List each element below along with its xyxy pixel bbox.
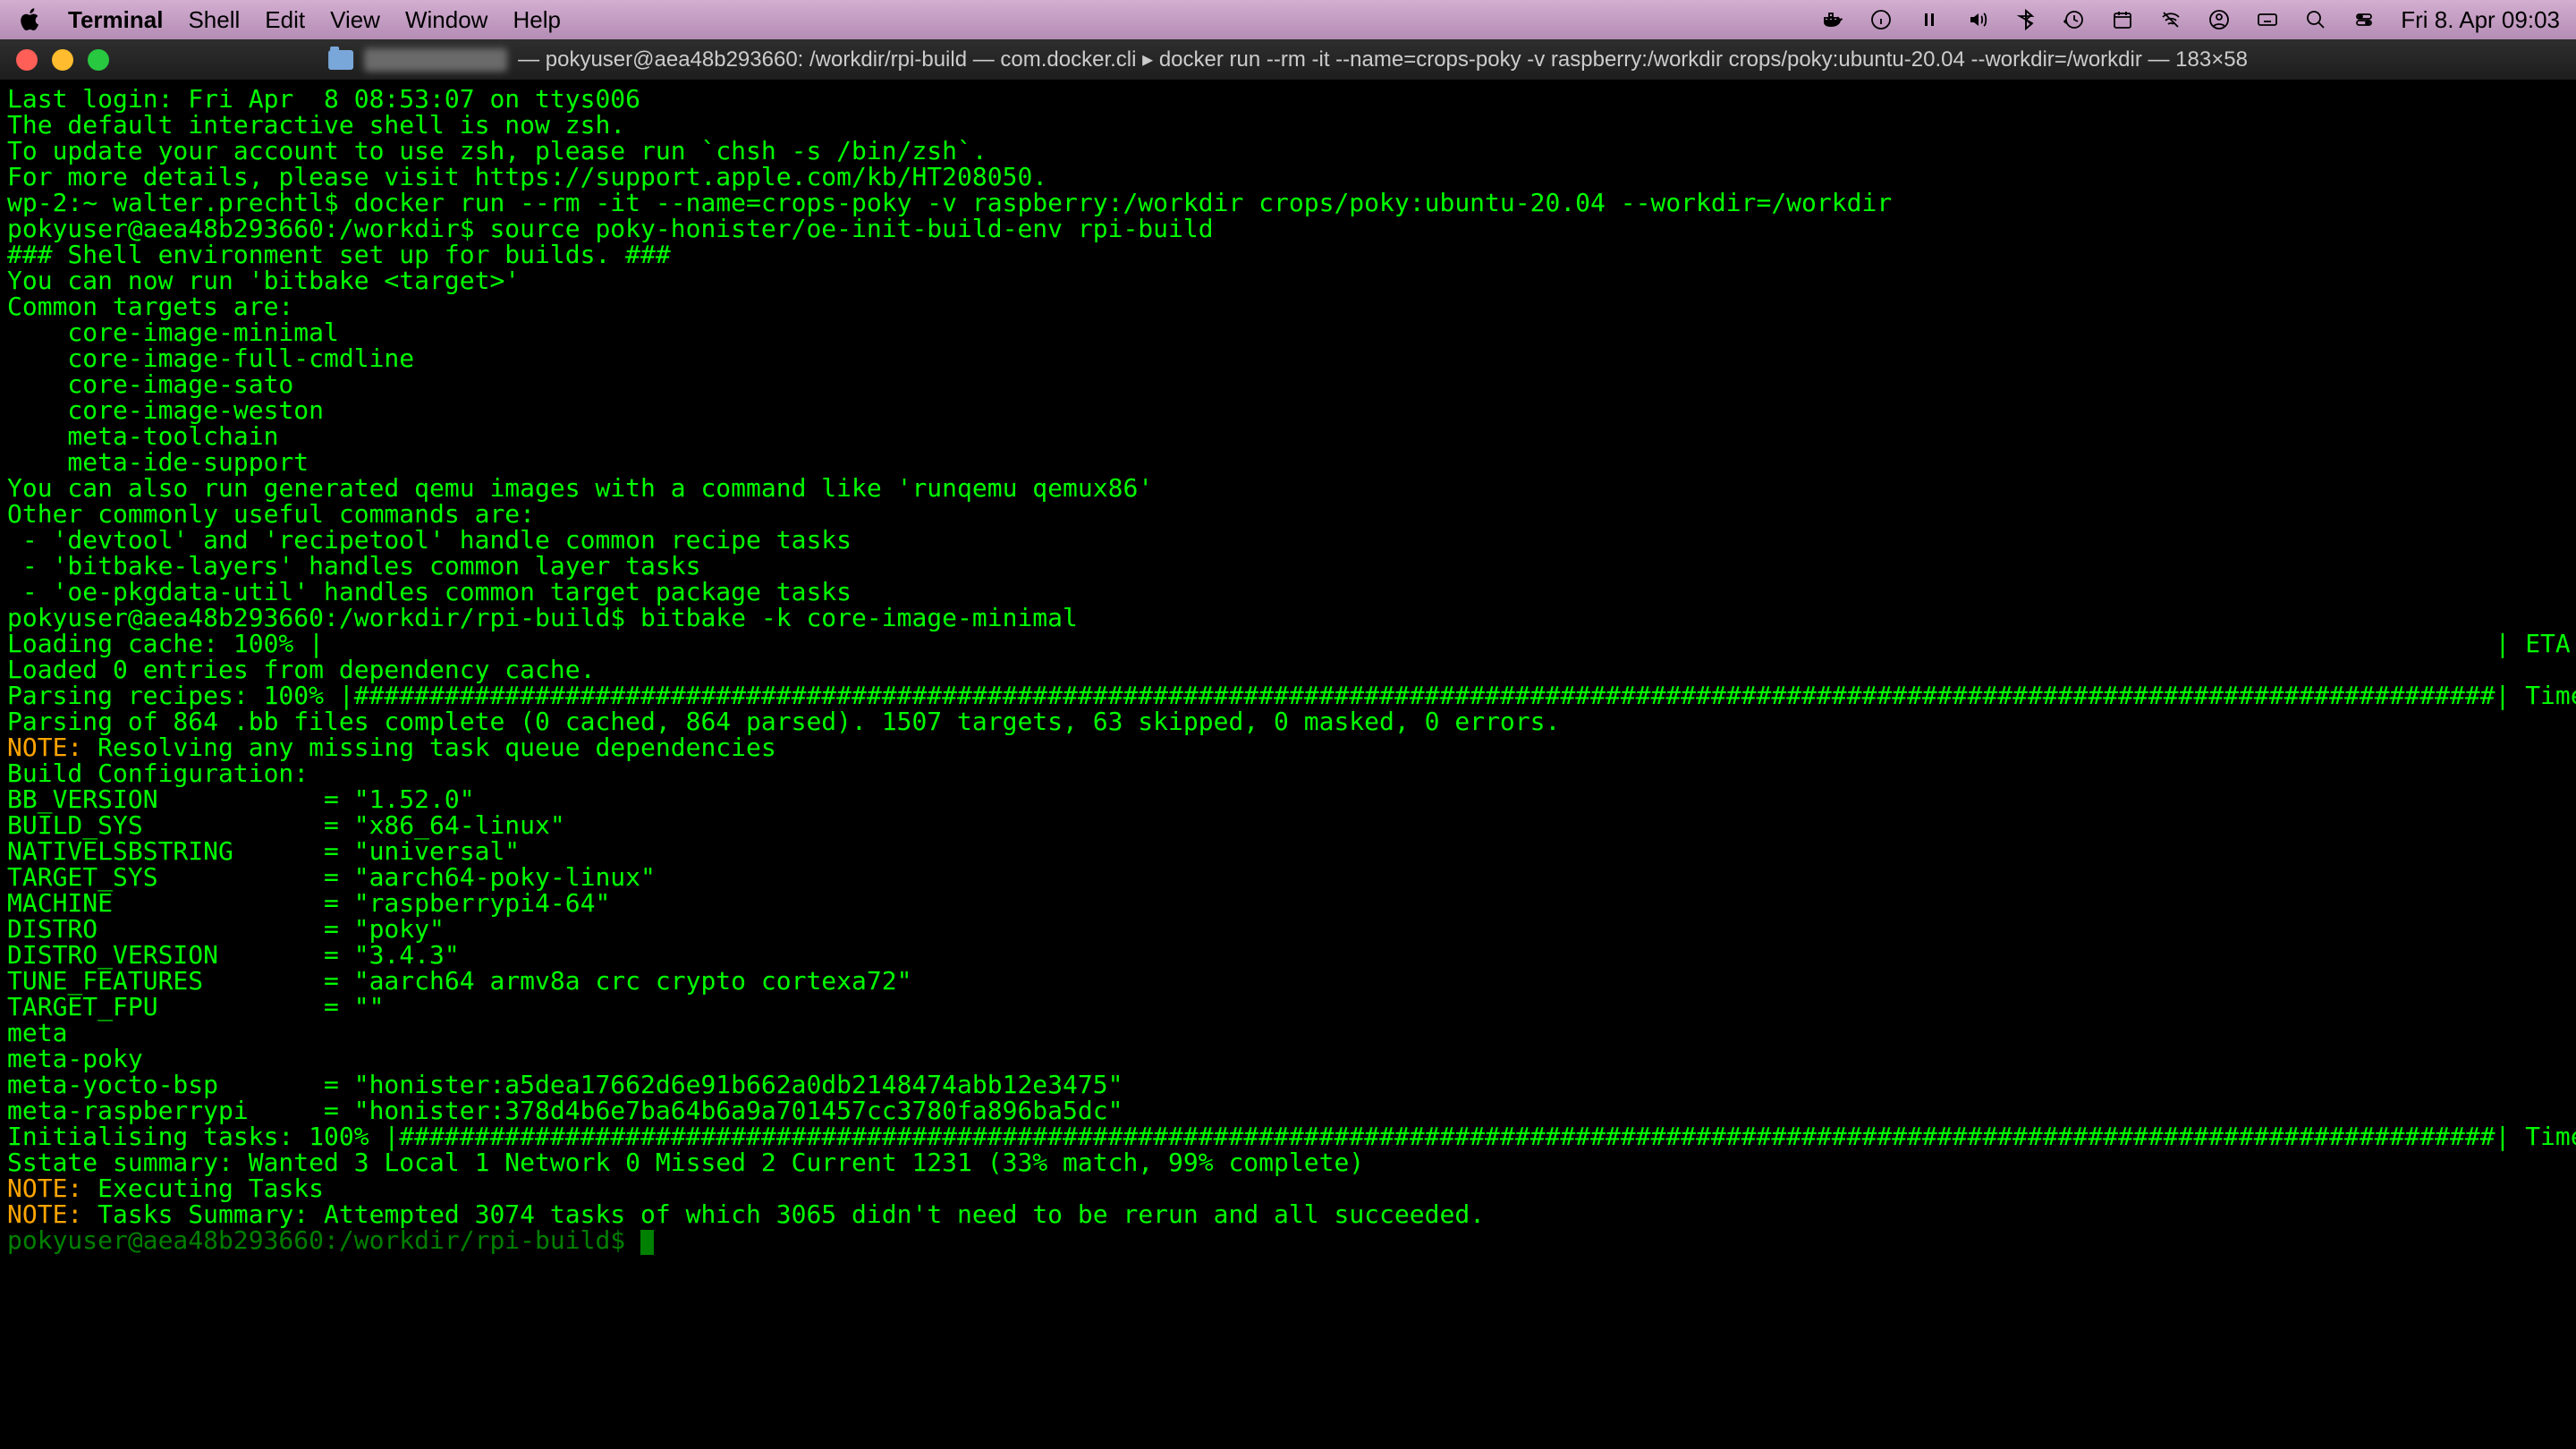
terminal-line: Parsing recipes: 100% |#################… — [7, 682, 2569, 708]
terminal-line: Loading cache: 100% | | ETA: --:--:-- — [7, 631, 2569, 657]
menubar-clock[interactable]: Fri 8. Apr 09:03 — [2401, 6, 2560, 34]
bluetooth-icon[interactable] — [2014, 8, 2038, 31]
terminal-line: meta-yocto-bsp = "honister:a5dea17662d6e… — [7, 1072, 2569, 1097]
apple-menu[interactable] — [20, 8, 52, 31]
terminal-line: The default interactive shell is now zsh… — [7, 112, 2569, 138]
window-traffic-lights — [16, 49, 109, 71]
terminal-line: Parsing of 864 .bb files complete (0 cac… — [7, 708, 2569, 734]
volume-icon[interactable] — [1966, 8, 1989, 31]
terminal-line: pokyuser@aea48b293660:/workdir/rpi-build… — [7, 605, 2569, 631]
window-title-text: — pokyuser@aea48b293660: /workdir/rpi-bu… — [518, 47, 2248, 72]
terminal-line: Build Configuration: — [7, 760, 2569, 786]
close-button[interactable] — [16, 49, 38, 71]
terminal-line: Other commonly useful commands are: — [7, 501, 2569, 527]
user-icon[interactable] — [2207, 8, 2231, 31]
menu-window[interactable]: Window — [405, 6, 487, 34]
menu-edit[interactable]: Edit — [265, 6, 305, 34]
terminal-line: core-image-sato — [7, 371, 2569, 397]
terminal-line: Sstate summary: Wanted 3 Local 1 Network… — [7, 1149, 2569, 1175]
terminal-line: meta-toolchain — [7, 423, 2569, 449]
title-redacted-segment — [364, 48, 507, 72]
menu-app-name[interactable]: Terminal — [68, 6, 163, 34]
zoom-button[interactable] — [88, 49, 109, 71]
calendar-icon[interactable] — [2111, 8, 2134, 31]
terminal-line: - 'devtool' and 'recipetool' handle comm… — [7, 527, 2569, 553]
terminal-line: pokyuser@aea48b293660:/workdir$ source p… — [7, 216, 2569, 242]
control-center-icon[interactable] — [2352, 8, 2376, 31]
terminal-line: MACHINE = "raspberrypi4-64" — [7, 890, 2569, 916]
pause-icon[interactable] — [1918, 8, 1941, 31]
menu-help[interactable]: Help — [513, 6, 560, 34]
terminal-line: BUILD_SYS = "x86_64-linux" — [7, 812, 2569, 838]
docker-icon[interactable] — [1821, 8, 1844, 31]
terminal-line: DISTRO_VERSION = "3.4.3" — [7, 942, 2569, 968]
terminal-line: TUNE_FEATURES = "aarch64 armv8a crc cryp… — [7, 968, 2569, 994]
timemachine-icon[interactable] — [2063, 8, 2086, 31]
folder-icon — [328, 50, 353, 70]
terminal-line: Initialising tasks: 100% |##############… — [7, 1123, 2569, 1149]
terminal-line: TARGET_FPU = "" — [7, 994, 2569, 1020]
terminal-line: core-image-minimal — [7, 319, 2569, 345]
menu-view[interactable]: View — [330, 6, 380, 34]
app-menus: Terminal Shell Edit View Window Help — [68, 6, 561, 34]
menubar-tray: Fri 8. Apr 09:03 — [1821, 6, 2560, 34]
menu-shell[interactable]: Shell — [188, 6, 240, 34]
terminal-prompt-line: pokyuser@aea48b293660:/workdir/rpi-build… — [7, 1227, 2569, 1255]
keyboard-icon[interactable] — [2256, 8, 2279, 31]
window-title: — pokyuser@aea48b293660: /workdir/rpi-bu… — [328, 47, 2248, 72]
terminal-line: meta-ide-support — [7, 449, 2569, 475]
terminal-line: To update your account to use zsh, pleas… — [7, 138, 2569, 164]
terminal-line: meta-raspberrypi = "honister:378d4b6e7ba… — [7, 1097, 2569, 1123]
terminal-line: - 'oe-pkgdata-util' handles common targe… — [7, 579, 2569, 605]
terminal-line: meta — [7, 1020, 2569, 1046]
info-icon[interactable] — [1869, 8, 1893, 31]
wifi-off-icon[interactable] — [2159, 8, 2182, 31]
terminal-line: wp-2:~ walter.prechtl$ docker run --rm -… — [7, 190, 2569, 216]
terminal-viewport[interactable]: Last login: Fri Apr 8 08:53:07 on ttys00… — [0, 80, 2576, 1449]
terminal-line: - 'bitbake-layers' handles common layer … — [7, 553, 2569, 579]
terminal-line: NOTE: Resolving any missing task queue d… — [7, 734, 2569, 760]
terminal-line: Last login: Fri Apr 8 08:53:07 on ttys00… — [7, 86, 2569, 112]
macos-menubar: Terminal Shell Edit View Window Help Fri… — [0, 0, 2576, 39]
terminal-line: For more details, please visit https://s… — [7, 164, 2569, 190]
terminal-line: NATIVELSBSTRING = "universal" — [7, 838, 2569, 864]
terminal-line: NOTE: Tasks Summary: Attempted 3074 task… — [7, 1201, 2569, 1227]
terminal-line: NOTE: Executing Tasks — [7, 1175, 2569, 1201]
terminal-line: TARGET_SYS = "aarch64-poky-linux" — [7, 864, 2569, 890]
apple-logo-icon — [20, 8, 43, 31]
spotlight-icon[interactable] — [2304, 8, 2327, 31]
terminal-line: DISTRO = "poky" — [7, 916, 2569, 942]
terminal-line: ### Shell environment set up for builds.… — [7, 242, 2569, 267]
terminal-line: core-image-weston — [7, 397, 2569, 423]
window-titlebar: — pokyuser@aea48b293660: /workdir/rpi-bu… — [0, 39, 2576, 80]
terminal-line: You can now run 'bitbake <target>' — [7, 267, 2569, 293]
terminal-line: Common targets are: — [7, 293, 2569, 319]
terminal-line: meta-poky — [7, 1046, 2569, 1072]
terminal-line: BB_VERSION = "1.52.0" — [7, 786, 2569, 812]
terminal-line: Loaded 0 entries from dependency cache. — [7, 657, 2569, 682]
terminal-line: You can also run generated qemu images w… — [7, 475, 2569, 501]
terminal-line: core-image-full-cmdline — [7, 345, 2569, 371]
cursor — [640, 1230, 654, 1255]
minimize-button[interactable] — [52, 49, 73, 71]
